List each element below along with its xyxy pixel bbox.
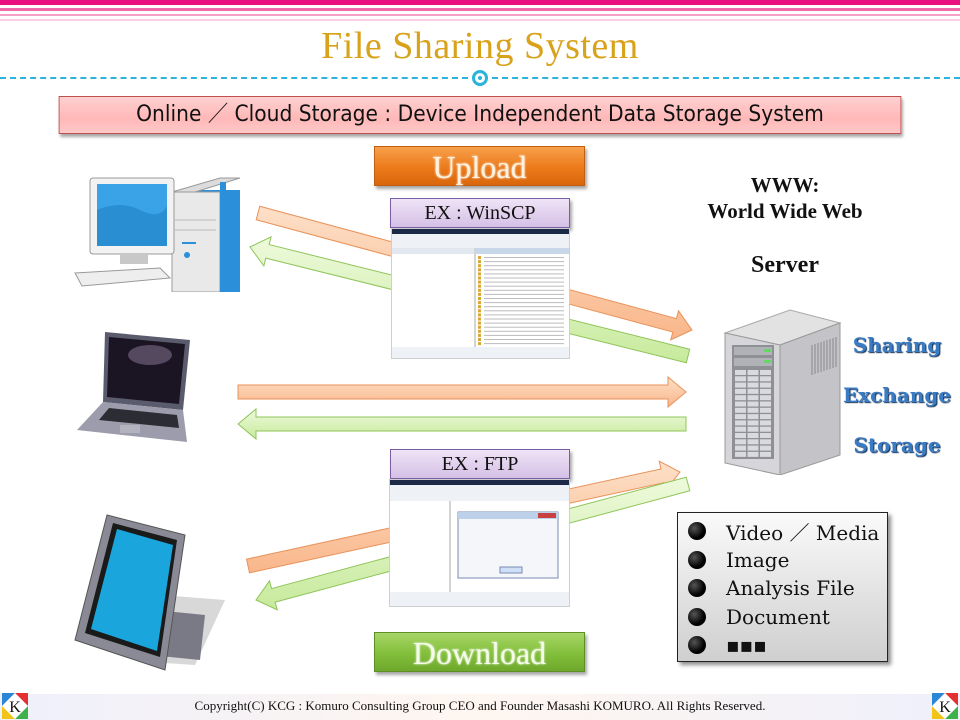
svg-text:K: K [9,699,21,716]
server-tower-icon [723,309,842,475]
desktop-computer-icon [74,177,241,292]
bullet-icon [688,550,706,569]
kcg-logo-icon: K [932,693,958,719]
file-type-item: ▪▪▪ [688,631,887,660]
file-type-label: Analysis File [726,576,855,601]
file-type-item: Image [688,546,887,575]
upload-arrow-laptop [237,375,687,409]
ftp-screenshot [389,479,570,607]
laptop-icon [77,332,190,442]
www-label-line2: World Wide Web [707,199,863,223]
svg-text:K: K [939,699,951,716]
upload-label: Upload [374,146,585,186]
server-role-exchange: Exchange [842,383,952,407]
www-label: WWW: World Wide Web [680,172,890,224]
download-arrow-laptop [237,407,687,441]
file-type-item: Document [688,603,887,632]
tablet-icon [74,514,225,671]
winscp-screenshot [391,228,570,359]
bullet-icon [688,607,706,626]
server-role-storage: Storage [853,433,941,457]
example-winscp-label: EX : WinSCP [390,198,570,228]
kcg-logo-icon: K [2,693,28,719]
example-ftp-label: EX : FTP [390,449,570,479]
file-types-box: Video ／ Media Image Analysis File Docume… [677,512,888,662]
file-type-label: Video ／ Media [726,520,880,545]
file-type-item: Video ／ Media [688,517,887,546]
copyright-text: Copyright(C) KCG : Komuro Consulting Gro… [194,698,766,713]
bullet-icon [688,579,706,598]
bullet-icon [688,522,706,541]
www-label-line1: WWW: [750,173,820,197]
server-label: Server [751,252,819,278]
bullet-icon [688,636,706,655]
file-type-label: Image [726,547,790,572]
file-type-label: Document [726,604,830,629]
file-type-item: Analysis File [688,574,887,603]
server-role-sharing: Sharing [852,333,942,357]
download-label: Download [374,632,585,672]
file-type-label: ▪▪▪ [726,633,767,658]
